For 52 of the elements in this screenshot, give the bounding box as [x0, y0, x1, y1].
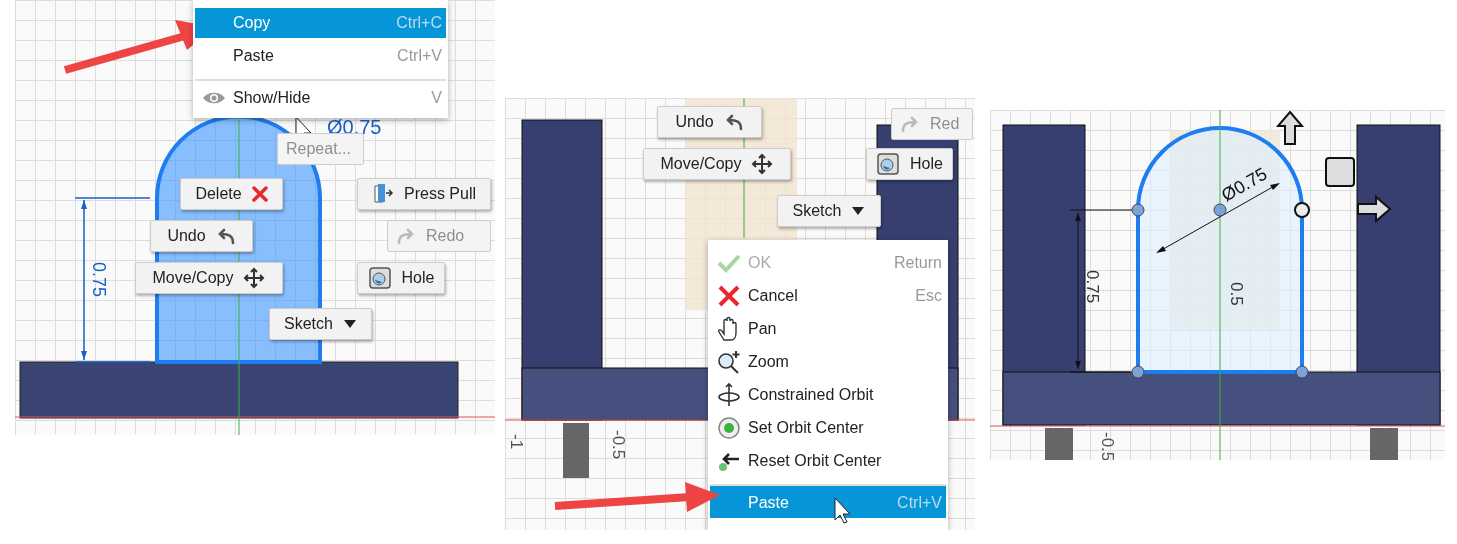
- marking-menu-button[interactable]: Move/Copy: [135, 262, 283, 294]
- screw-drawing: [1370, 428, 1398, 460]
- check-icon: [717, 253, 741, 273]
- right-arrow-icon[interactable]: [1357, 194, 1392, 224]
- screw-drawing: [1045, 428, 1073, 460]
- hole-icon: [876, 152, 901, 176]
- axis-label: -0.5: [609, 430, 628, 460]
- cursor-icon: [834, 497, 851, 524]
- redo-icon: [396, 227, 416, 245]
- menu-item[interactable]: Cancel Esc: [710, 281, 946, 311]
- menu-item[interactable]: Pan: [710, 314, 946, 344]
- marking-menu-button[interactable]: Undo: [150, 220, 253, 252]
- cross-icon: [717, 284, 741, 308]
- marking-menu-button[interactable]: Sketch: [269, 308, 372, 340]
- menu-item[interactable]: Zoom: [710, 347, 946, 377]
- dimension-label: 0.75: [89, 262, 109, 298]
- marking-menu-button[interactable]: Move/Copy: [643, 148, 791, 180]
- target-icon: [717, 416, 741, 440]
- up-arrow-icon[interactable]: [1275, 110, 1305, 145]
- dimension-label: 0.75: [1083, 270, 1102, 304]
- zoom-icon: [716, 349, 742, 375]
- screw-drawing: [563, 423, 589, 478]
- redo-icon: [900, 115, 920, 133]
- move-icon: [243, 267, 266, 289]
- orbit-icon: [716, 382, 742, 408]
- dimension-label: 0.5: [1227, 282, 1246, 306]
- marking-menu-button[interactable]: Hole: [357, 262, 445, 294]
- menu-item[interactable]: Show/Hide V: [195, 79, 446, 113]
- menu-item[interactable]: Constrained Orbit: [710, 380, 946, 410]
- move-icon: [751, 153, 774, 175]
- axis-label: -0.5: [1098, 432, 1117, 460]
- caret-icon: [342, 319, 357, 329]
- press-pull-icon: [372, 182, 394, 206]
- caret-icon: [851, 206, 866, 216]
- marking-menu-button[interactable]: Delete: [180, 178, 283, 210]
- marking-menu-button[interactable]: Press Pull: [357, 178, 491, 210]
- eye-icon: [202, 91, 226, 105]
- point-handle[interactable]: [1213, 203, 1227, 217]
- marking-menu-button[interactable]: Undo: [657, 106, 762, 138]
- point-handle[interactable]: [1295, 365, 1309, 379]
- point-handle[interactable]: [1131, 365, 1145, 379]
- cross-icon: [251, 186, 268, 202]
- square-handle[interactable]: [1325, 157, 1355, 187]
- hole-icon: [367, 266, 392, 290]
- menu-item[interactable]: Paste Ctrl+V: [195, 41, 446, 71]
- menu-item[interactable]: Reset Orbit Center: [710, 446, 946, 476]
- marking-menu-button[interactable]: Sketch: [777, 195, 881, 227]
- axis-label: -1: [507, 434, 526, 450]
- point-handle[interactable]: [1131, 203, 1145, 217]
- menu-item[interactable]: Set Orbit Center: [710, 413, 946, 443]
- point-handle[interactable]: [1294, 202, 1310, 218]
- marking-menu-button[interactable]: Hole: [866, 148, 953, 180]
